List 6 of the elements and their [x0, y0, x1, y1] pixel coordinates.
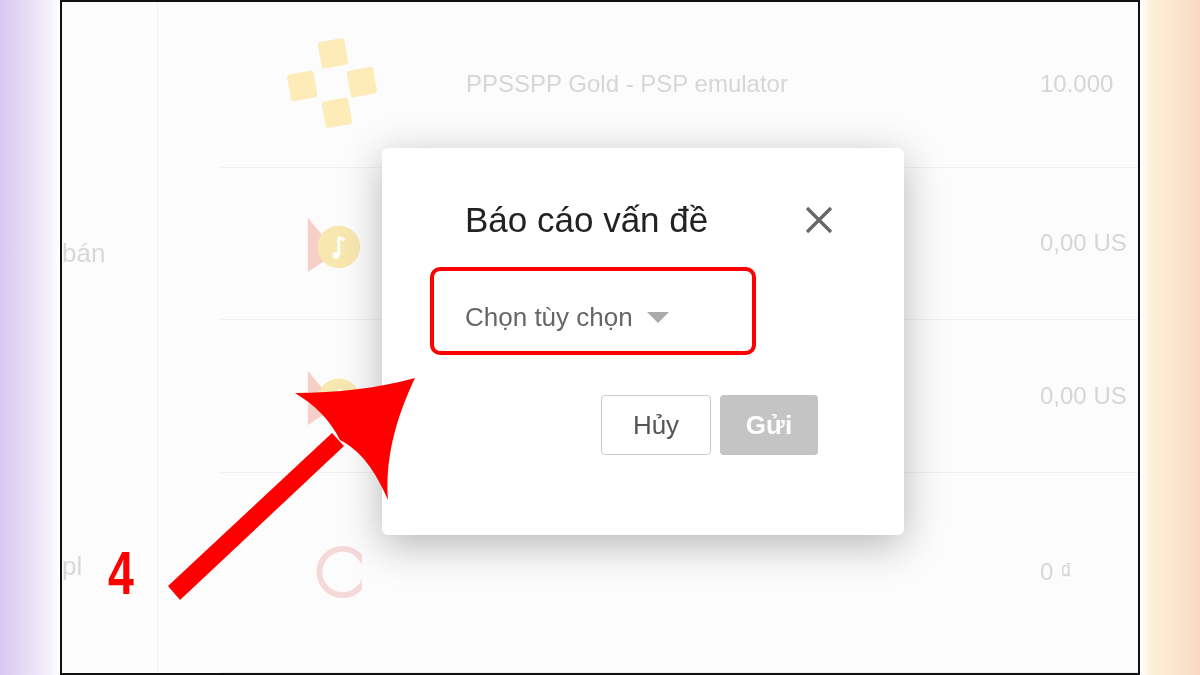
dialog-title: Báo cáo vấn đề: [465, 200, 709, 240]
step-number: 4: [108, 542, 134, 604]
option-dropdown[interactable]: Chọn tùy chọn: [465, 302, 669, 333]
close-icon[interactable]: [804, 205, 834, 235]
cancel-button[interactable]: Hủy: [601, 395, 711, 455]
caret-icon: [646, 312, 669, 323]
